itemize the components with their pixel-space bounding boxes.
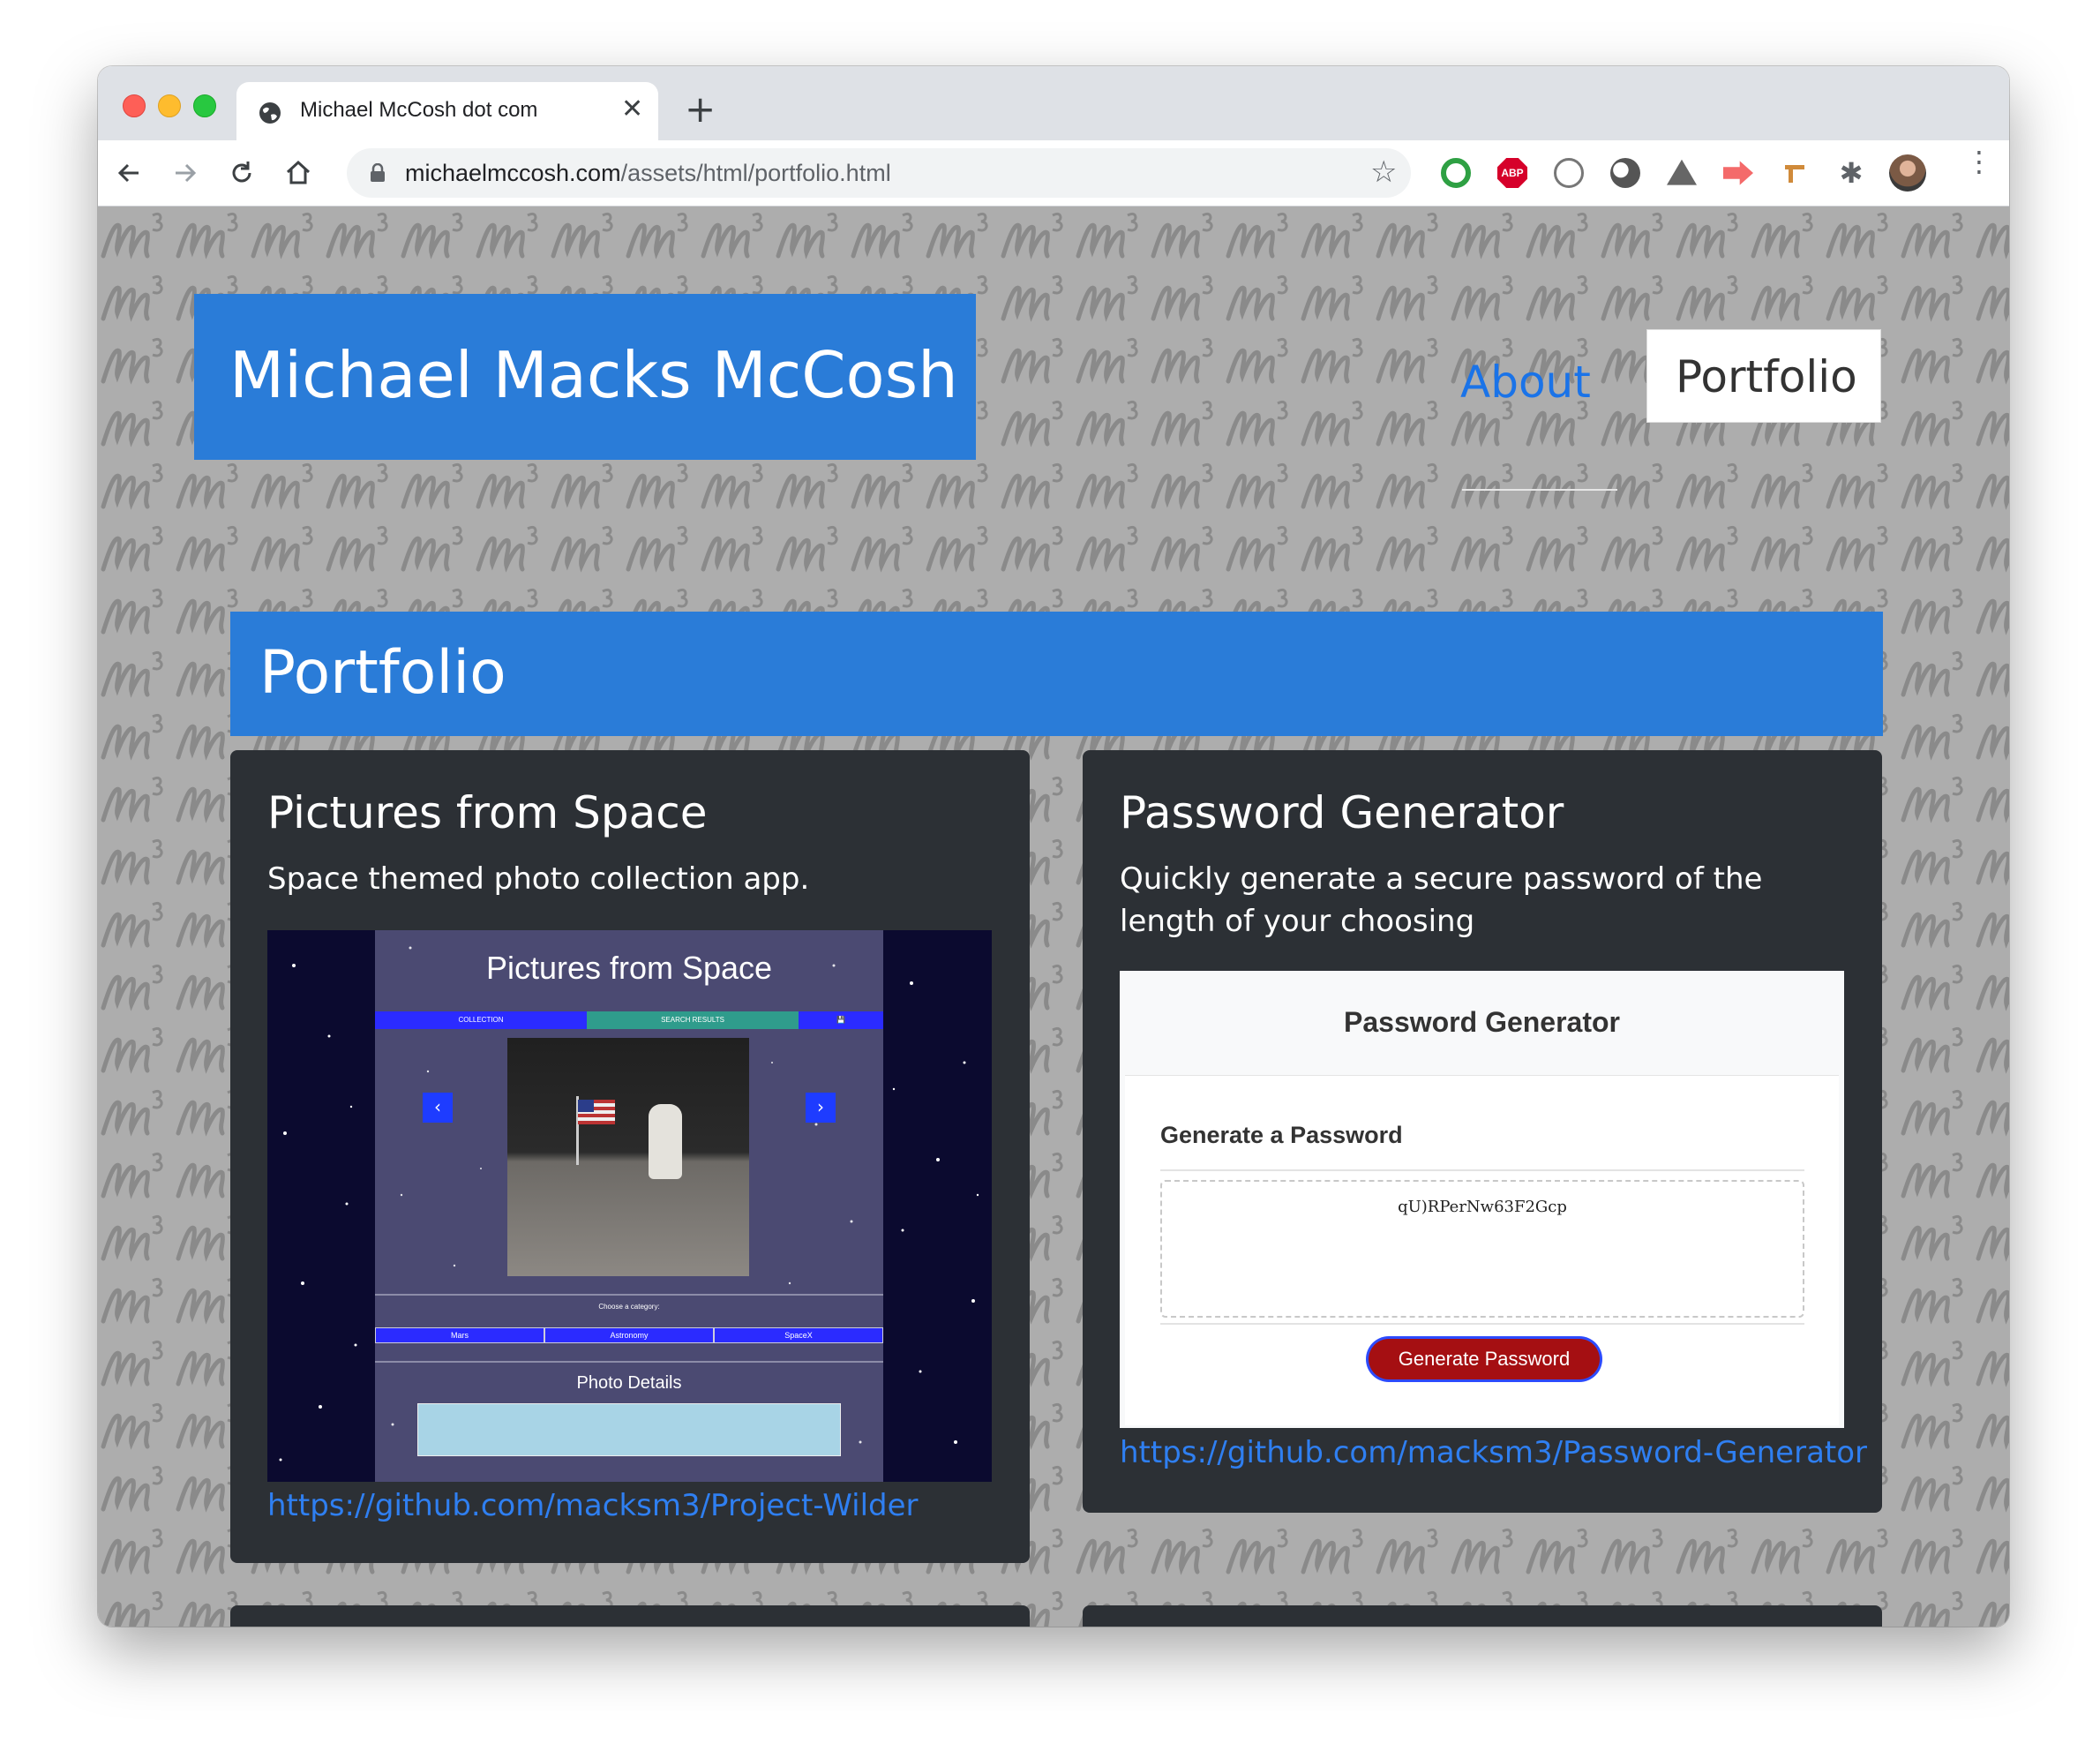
divider (375, 1294, 883, 1296)
astronaut (649, 1104, 682, 1179)
site-header: Michael Macks McCosh (194, 294, 976, 460)
address-bar[interactable]: michaelmccosh.com/assets/html/portfolio.… (347, 148, 1411, 198)
category-spacex: SpaceX (714, 1327, 883, 1343)
project-screenshot[interactable]: Password Generator Generate a Password q… (1120, 971, 1844, 1428)
tab-bar: Michael McCosh dot com ✕ + (98, 66, 2009, 140)
profile-avatar[interactable] (1889, 154, 1926, 192)
browser-window: Michael McCosh dot com ✕ + michaelmccosh… (98, 66, 2009, 1627)
browser-toolbar: michaelmccosh.com/assets/html/portfolio.… (98, 140, 2009, 207)
nav-divider (1462, 489, 1617, 491)
password-generator-heading: Password Generator (1344, 1006, 1620, 1038)
nav-portfolio-label: Portfolio (1676, 351, 1857, 402)
generated-password: qU)RPerNw63F2Gcp (1398, 1198, 1567, 1216)
back-icon[interactable] (114, 158, 144, 188)
project-description: Space themed photo collection app. (267, 861, 810, 897)
chat-extension-icon[interactable] (1554, 158, 1584, 188)
drive-extension-icon[interactable] (1667, 159, 1697, 185)
tab-title: Michael McCosh dot com (300, 98, 538, 122)
arrow-extension-icon[interactable] (1723, 161, 1753, 185)
minimize-window-button[interactable] (158, 94, 181, 117)
lock-icon (371, 163, 385, 182)
save-tab: 💾 (799, 1011, 883, 1029)
new-tab-button[interactable]: + (685, 91, 716, 128)
url-text: michaelmccosh.com/assets/html/portfolio.… (405, 160, 891, 187)
prev-photo-icon: ‹ (423, 1093, 453, 1123)
password-card: Generate a Password qU)RPerNw63F2Gcp Gen… (1125, 1075, 1839, 1425)
project-title: Password Generator (1120, 787, 1564, 838)
tab-close-icon[interactable]: ✕ (621, 96, 643, 123)
generate-password-button: Generate Password (1369, 1339, 1600, 1379)
divider (375, 1361, 883, 1363)
flag-canton (578, 1100, 594, 1112)
forward-icon[interactable] (170, 158, 200, 188)
maximize-window-button[interactable] (193, 94, 216, 117)
page-viewport: Michael Macks McCosh About Portfolio Por… (98, 207, 2009, 1627)
photo-details-box (417, 1403, 841, 1456)
space-app-tabs: COLLECTION SEARCH RESULTS 💾 (375, 1011, 883, 1029)
toolbar-extension-icon[interactable] (1780, 158, 1810, 188)
home-icon[interactable] (283, 158, 313, 188)
generate-password-heading: Generate a Password (1160, 1122, 1403, 1148)
space-app-panel: Pictures from Space COLLECTION SEARCH RE… (375, 930, 883, 1482)
collection-tab: COLLECTION (375, 1011, 587, 1029)
project-description: Quickly generate a secure password of th… (1120, 861, 1763, 939)
category-astronomy: Astronomy (544, 1327, 714, 1343)
dark-mode-extension-icon[interactable] (1610, 158, 1640, 188)
space-app-title: Pictures from Space (485, 950, 773, 986)
project-card (1083, 1605, 1882, 1627)
reload-icon[interactable] (227, 158, 257, 188)
project-card (230, 1605, 1030, 1627)
divider (1160, 1323, 1804, 1325)
browser-tab[interactable]: Michael McCosh dot com ✕ (236, 82, 658, 140)
project-card: Pictures from Space Space themed photo c… (230, 750, 1030, 1563)
url-path: /assets/html/portfolio.html (620, 160, 891, 186)
password-output: qU)RPerNw63F2Gcp (1160, 1180, 1804, 1318)
kebab-menu-icon[interactable]: ⋮ (1965, 147, 1993, 176)
adblock-extension-icon[interactable]: ABP (1497, 158, 1527, 188)
project-card: Password Generator Quickly generate a se… (1083, 750, 1882, 1513)
divider (1160, 1169, 1804, 1171)
nav-tab-portfolio[interactable]: Portfolio (1646, 329, 1881, 423)
page-title: Portfolio (259, 638, 506, 708)
project-github-link[interactable]: https://github.com/macksm3/Password-Gene… (1120, 1435, 1867, 1470)
photo-details-label: Photo Details (576, 1373, 682, 1393)
portfolio-banner: Portfolio (230, 612, 1883, 736)
project-title: Pictures from Space (267, 787, 708, 838)
puzzle-icon[interactable]: ✱ (1836, 158, 1866, 188)
close-window-button[interactable] (123, 94, 146, 117)
green-ring-extension-icon[interactable] (1441, 158, 1471, 188)
project-github-link[interactable]: https://github.com/macksm3/Project-Wilde… (267, 1488, 919, 1523)
bookmark-star-icon[interactable]: ☆ (1370, 157, 1397, 187)
project-screenshot[interactable]: Pictures from Space COLLECTION SEARCH RE… (267, 930, 992, 1482)
category-buttons: Mars Astronomy SpaceX (375, 1327, 883, 1343)
globe-icon (259, 102, 281, 124)
url-domain: michaelmccosh.com (405, 160, 621, 186)
moon-landing-photo (507, 1038, 749, 1276)
category-mars: Mars (375, 1327, 544, 1343)
category-label: Choose a category: (598, 1303, 660, 1311)
site-title[interactable]: Michael Macks McCosh (229, 338, 958, 412)
search-results-tab: SEARCH RESULTS (587, 1011, 799, 1029)
next-photo-icon: › (806, 1093, 836, 1123)
nav-link-about[interactable]: About (1460, 357, 1591, 408)
